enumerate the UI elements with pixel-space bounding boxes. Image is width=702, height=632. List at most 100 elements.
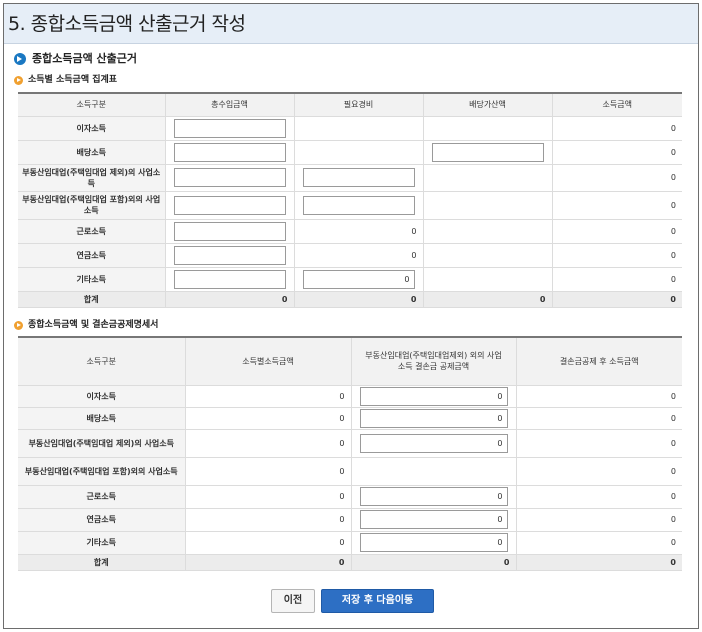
table2-title-text: 종합소득금액 및 결손금공제명세서 xyxy=(28,320,159,330)
interest-income-input[interactable] xyxy=(173,118,286,138)
table-row: 부동산임대업(주택임대업 포함)외의 사업소득 0 xyxy=(18,191,682,220)
after-cell: 0 xyxy=(516,508,682,532)
save-next-button[interactable]: 저장 후 다음이동 xyxy=(321,589,434,613)
table-row: 근로소득 0 0 xyxy=(18,219,682,244)
expense-cell: 0 xyxy=(294,243,424,268)
dividend-deduction-input[interactable] xyxy=(359,408,508,428)
bullet-icon xyxy=(14,75,23,85)
col-header: 소득구분 xyxy=(18,336,186,386)
after-cell: 0 xyxy=(516,385,682,408)
deduction-statement-table: 소득구분 소득별소득금액 부동산임대업(주택임대업제외) 외의 사업소득 결손금… xyxy=(18,336,682,571)
business-income-input[interactable] xyxy=(173,195,286,215)
table-row: 기타소득 0 xyxy=(18,267,682,292)
total-amount: 0 xyxy=(552,291,682,308)
rental-excl-deduction-input[interactable] xyxy=(359,433,508,453)
total-dividend: 0 xyxy=(423,291,553,308)
section-title: 종합소득금액 산출근거 xyxy=(14,50,137,68)
table1-title-text: 소득별 소득금액 집계표 xyxy=(28,75,118,85)
amount-cell: 0 xyxy=(185,429,352,458)
total-label: 합계 xyxy=(18,291,166,308)
col-header: 소득구분 xyxy=(18,92,166,117)
total-label: 합계 xyxy=(18,554,186,571)
after-cell: 0 xyxy=(516,531,682,555)
col-header: 부동산임대업(주택임대업제외) 외의 사업소득 결손금 공제금액 xyxy=(351,336,517,386)
section-title-text: 종합소득금액 산출근거 xyxy=(32,52,138,65)
row-label: 기타소득 xyxy=(18,267,166,292)
row-label: 기타소득 xyxy=(18,531,186,555)
table-row: 부동산임대업(주택임대업 제외)의 사업소득 0 xyxy=(18,164,682,192)
total-income: 0 xyxy=(165,291,295,308)
after-cell: 0 xyxy=(516,407,682,430)
col-header: 배당가산액 xyxy=(423,92,553,117)
table-row: 배당소득 0 xyxy=(18,140,682,165)
amount-cell: 0 xyxy=(185,485,352,509)
row-label: 연금소득 xyxy=(18,508,186,532)
col-header: 소득금액 xyxy=(552,92,682,117)
business-expense-input[interactable] xyxy=(302,195,415,215)
total-deduction: 0 xyxy=(351,554,517,571)
table1-title: 소득별 소득금액 집계표 xyxy=(14,72,117,88)
table-row: 연금소득 0 0 xyxy=(18,243,682,268)
row-label: 배당소득 xyxy=(18,407,186,430)
rental-excl-income-input[interactable] xyxy=(173,168,286,187)
expense-cell: 0 xyxy=(294,219,424,244)
table2-title: 종합소득금액 및 결손금공제명세서 xyxy=(14,317,158,333)
amount-cell: 0 xyxy=(185,407,352,430)
amount-cell: 0 xyxy=(185,531,352,555)
other-expense-input[interactable] xyxy=(302,269,415,289)
col-header: 필요경비 xyxy=(294,92,424,117)
row-label: 근로소득 xyxy=(18,485,186,509)
interest-deduction-input[interactable] xyxy=(359,386,508,406)
dividend-income-input[interactable] xyxy=(173,142,286,162)
row-label: 부동산임대업(주택임대업 제외)의 사업소득 xyxy=(18,164,166,192)
prev-button[interactable]: 이전 xyxy=(271,589,315,613)
col-header: 총수입금액 xyxy=(165,92,295,117)
income-summary-table: 소득구분 총수입금액 필요경비 배당가산액 소득금액 이자소득 0 배당소득 0… xyxy=(18,92,682,308)
after-cell: 0 xyxy=(516,429,682,458)
amount-cell: 0 xyxy=(185,508,352,532)
row-label: 근로소득 xyxy=(18,219,166,244)
row-label: 배당소득 xyxy=(18,140,166,165)
table-row: 부동산임대업(주택임대업 제외)의 사업소득 0 0 xyxy=(18,429,682,458)
table-row: 이자소득 0 0 xyxy=(18,385,682,408)
amount-cell: 0 xyxy=(185,385,352,408)
row-label: 부동산임대업(주택임대업 제외)의 사업소득 xyxy=(18,429,186,458)
earned-income-input[interactable] xyxy=(173,221,286,241)
table-row: 배당소득 0 0 xyxy=(18,407,682,430)
other-income-input[interactable] xyxy=(173,269,286,289)
amount-cell: 0 xyxy=(552,219,682,244)
amount-cell: 0 xyxy=(552,164,682,192)
after-cell: 0 xyxy=(516,485,682,509)
after-cell: 0 xyxy=(516,457,682,486)
amount-cell: 0 xyxy=(185,457,352,486)
rental-excl-expense-input[interactable] xyxy=(302,168,415,187)
amount-cell: 0 xyxy=(552,243,682,268)
table-row: 근로소득 0 0 xyxy=(18,485,682,509)
earned-deduction-input[interactable] xyxy=(359,487,508,506)
col-header: 소득별소득금액 xyxy=(185,336,352,386)
amount-cell: 0 xyxy=(552,140,682,165)
row-label: 부동산임대업(주택임대업 포함)외의 사업소득 xyxy=(18,457,186,486)
bullet-icon xyxy=(14,320,23,330)
table-row: 기타소득 0 0 xyxy=(18,531,682,555)
amount-cell: 0 xyxy=(552,191,682,220)
row-label: 이자소득 xyxy=(18,385,186,408)
row-label: 이자소득 xyxy=(18,116,166,141)
table-row: 연금소득 0 0 xyxy=(18,508,682,532)
dividend-gross-up-input[interactable] xyxy=(431,142,544,162)
amount-cell: 0 xyxy=(552,267,682,292)
amount-cell: 0 xyxy=(552,116,682,141)
pension-income-input[interactable] xyxy=(173,245,286,265)
total-row: 합계 0 0 0 xyxy=(18,554,682,571)
row-label: 부동산임대업(주택임대업 포함)외의 사업소득 xyxy=(18,191,166,220)
table-row: 이자소득 0 xyxy=(18,116,682,141)
table-row: 부동산임대업(주택임대업 포함)외의 사업소득 0 0 xyxy=(18,457,682,486)
row-label: 연금소득 xyxy=(18,243,166,268)
other-deduction-input[interactable] xyxy=(359,533,508,552)
bullet-icon xyxy=(14,53,26,65)
total-amount: 0 xyxy=(185,554,352,571)
total-after: 0 xyxy=(516,554,682,571)
total-row: 합계 0 0 0 0 xyxy=(18,291,682,308)
page-title: 5. 종합소득금액 산출근거 작성 xyxy=(4,4,698,44)
pension-deduction-input[interactable] xyxy=(359,510,508,529)
